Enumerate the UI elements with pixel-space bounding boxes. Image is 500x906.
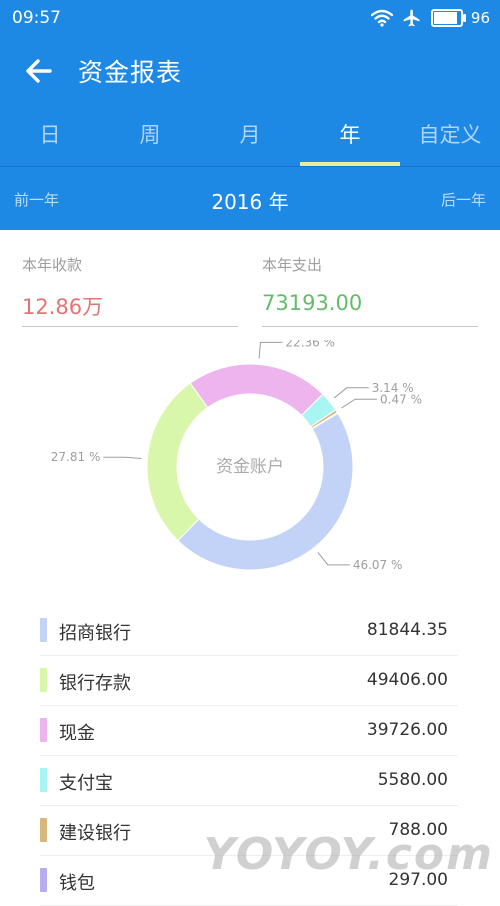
- account-name: 建设银行: [59, 823, 131, 844]
- income-divider: [22, 326, 238, 327]
- expense-value: 73193.00: [262, 291, 363, 315]
- account-color-swatch: [40, 818, 47, 842]
- battery-level: 96: [470, 9, 490, 27]
- expense-divider: [262, 326, 478, 327]
- account-color-swatch: [40, 618, 47, 642]
- account-color-swatch: [40, 668, 47, 692]
- tab-day[interactable]: 日: [0, 104, 100, 166]
- donut-slice-0[interactable]: [177, 412, 354, 571]
- slice-leader-2: [258, 341, 283, 359]
- account-amount: 5580.00: [377, 770, 448, 790]
- slice-leader-3: [334, 387, 369, 399]
- slice-label-0: 46.07 %: [353, 558, 403, 572]
- account-color-swatch: [40, 868, 47, 892]
- app-bar: 资金报表: [0, 36, 500, 104]
- slice-leader-0: [317, 551, 350, 566]
- slice-leader-1: [103, 456, 142, 459]
- wifi-icon: [370, 9, 393, 27]
- watermark: YOYOY.com: [203, 829, 494, 880]
- tab-custom[interactable]: 自定义: [400, 104, 500, 166]
- slice-label-2: 22.36 %: [285, 340, 335, 349]
- account-name: 银行存款: [59, 673, 131, 694]
- account-row[interactable]: 招商银行 81844.35: [40, 606, 458, 656]
- account-name: 现金: [59, 723, 95, 744]
- status-time: 09:57: [12, 8, 61, 28]
- slice-label-1: 27.81 %: [51, 450, 101, 464]
- account-row[interactable]: 现金 39726.00: [40, 706, 458, 756]
- back-arrow-icon[interactable]: [22, 54, 56, 88]
- status-bar: 09:57 96: [0, 0, 500, 36]
- expense-summary: 本年支出 73193.00: [262, 254, 478, 327]
- account-color-swatch: [40, 718, 47, 742]
- account-row[interactable]: 银行存款 49406.00: [40, 656, 458, 706]
- tab-week[interactable]: 周: [100, 104, 200, 166]
- income-label: 本年收款: [22, 256, 83, 274]
- donut-slice-2[interactable]: [189, 363, 324, 417]
- tab-year[interactable]: 年: [300, 104, 400, 166]
- next-year-button[interactable]: 后一年: [441, 189, 486, 210]
- account-amount: 39726.00: [366, 720, 448, 740]
- donut-slice-1[interactable]: [146, 382, 209, 542]
- income-summary: 本年收款 12.86万: [22, 254, 238, 327]
- airplane-icon: [403, 9, 420, 27]
- expense-label: 本年支出: [262, 256, 323, 274]
- account-donut-chart: 22.36 %3.14 %0.47 %46.07 %27.81 % 资金账户: [51, 340, 422, 572]
- battery-icon: [430, 9, 466, 27]
- income-value: 12.86万: [22, 295, 104, 319]
- account-name: 支付宝: [59, 773, 113, 794]
- current-year: 2016 年: [211, 190, 289, 214]
- account-amount: 49406.00: [366, 670, 448, 690]
- tab-month[interactable]: 月: [200, 104, 300, 166]
- slice-leader-4: [341, 398, 378, 409]
- slice-label-4: 0.47 %: [380, 392, 422, 406]
- account-color-swatch: [40, 768, 47, 792]
- account-amount: 81844.35: [366, 620, 448, 640]
- period-tabs: 日 周 月 年 自定义: [0, 104, 500, 166]
- year-navigator: 前一年 2016 年 后一年: [0, 166, 500, 230]
- page-title: 资金报表: [78, 58, 183, 87]
- account-name: 钱包: [59, 873, 95, 894]
- account-row[interactable]: 支付宝 5580.00: [40, 756, 458, 806]
- chart-center-label: 资金账户: [216, 457, 284, 477]
- account-name: 招商银行: [59, 623, 131, 644]
